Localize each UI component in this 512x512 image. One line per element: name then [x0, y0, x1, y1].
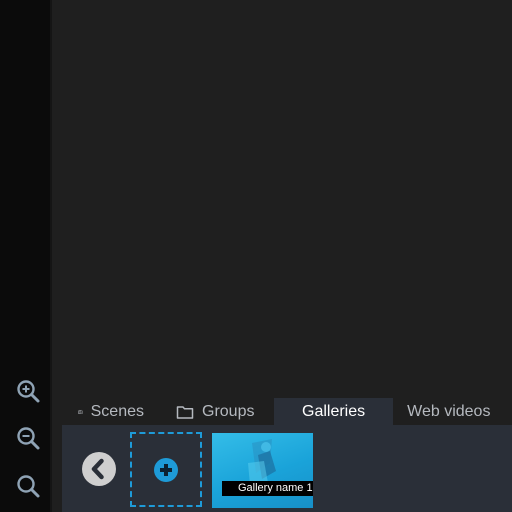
zoom-out-button[interactable]	[14, 424, 42, 452]
tab-galleries-label: Galleries	[302, 402, 366, 420]
tab-scenes-label: Scenes	[90, 402, 144, 420]
zoom-in-icon	[17, 380, 40, 403]
tab-groups[interactable]: Groups	[158, 398, 274, 425]
zoom-in-button[interactable]	[14, 377, 42, 405]
back-button[interactable]	[82, 452, 116, 486]
tab-web-videos-label: Web videos	[407, 402, 491, 420]
gallery-name: Gallery name 1	[222, 481, 313, 496]
add-gallery-button[interactable]	[130, 432, 202, 507]
zoom-out-icon	[17, 427, 40, 450]
gallery-thumbnail	[248, 439, 276, 485]
chevron-left-icon	[91, 458, 104, 480]
tab-galleries[interactable]: Galleries	[274, 398, 394, 425]
zoom-fit-icon	[17, 475, 40, 498]
bottom-tab-bar: Scenes Groups Galleries Web videos	[62, 398, 512, 425]
tab-groups-label: Groups	[202, 402, 255, 420]
zoom-fit-button[interactable]	[14, 472, 42, 500]
tab-scenes[interactable]: Scenes	[62, 398, 158, 425]
left-toolbar	[0, 0, 52, 512]
tv-icon	[78, 409, 83, 414]
gallery-card[interactable]: Gallery name 1	[212, 433, 313, 508]
folder-icon	[176, 405, 194, 419]
plus-circle-icon	[154, 457, 178, 482]
tab-web-videos[interactable]: Web videos	[393, 398, 504, 425]
canvas-viewport[interactable]	[52, 0, 512, 398]
